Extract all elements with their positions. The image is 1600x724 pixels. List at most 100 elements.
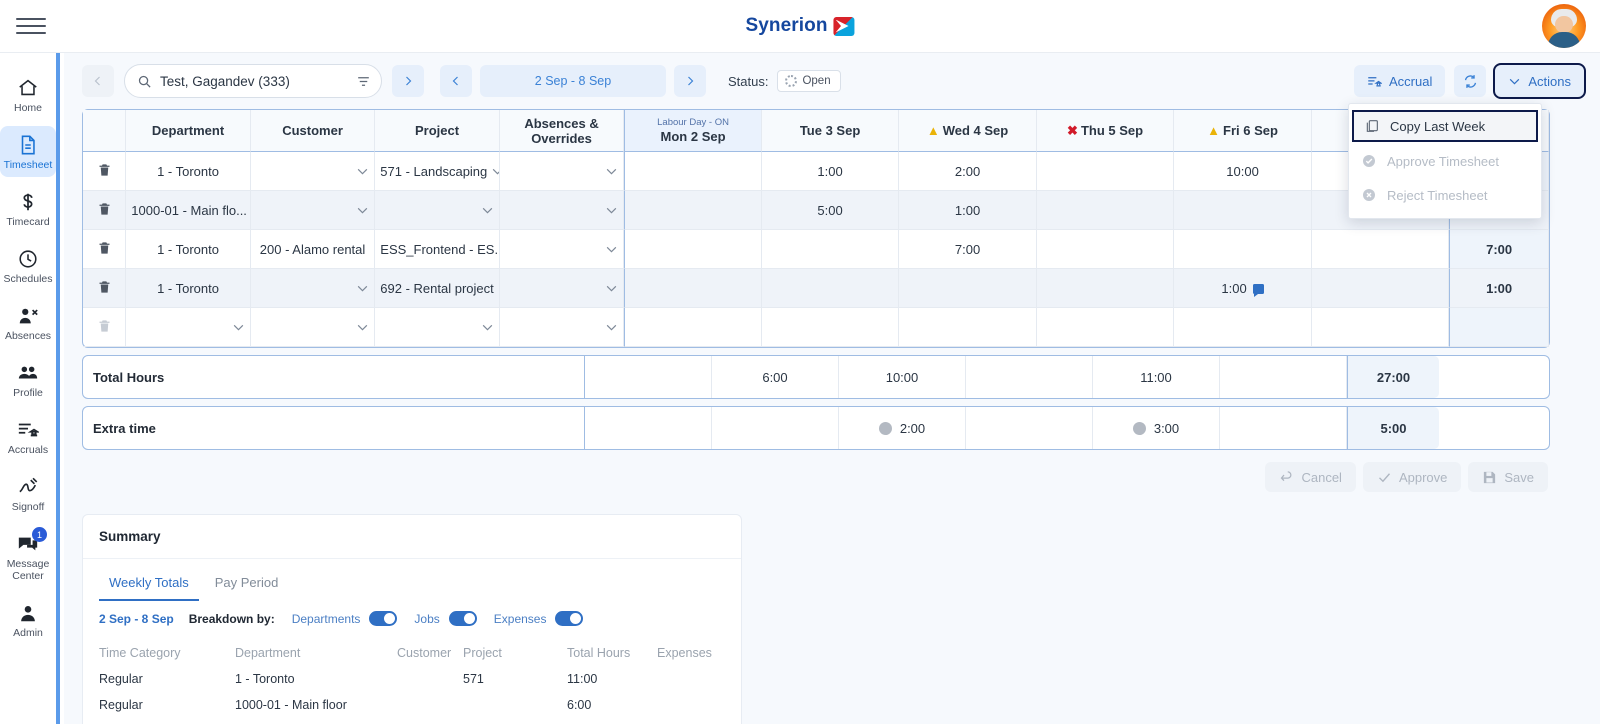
chevron-down-icon[interactable] bbox=[356, 165, 369, 178]
cell-hours-sat[interactable] bbox=[1311, 308, 1450, 347]
cell-hours-fri[interactable] bbox=[1174, 191, 1312, 230]
cell-department[interactable]: 1000-01 - Main flo... bbox=[126, 191, 251, 230]
row-delete-cell[interactable] bbox=[83, 191, 127, 230]
cell-absences[interactable] bbox=[499, 152, 625, 191]
trash-icon[interactable] bbox=[97, 162, 112, 178]
avatar[interactable] bbox=[1542, 4, 1586, 48]
menu-item-copy-last-week[interactable]: Copy Last Week bbox=[1352, 110, 1538, 142]
chevron-down-icon[interactable] bbox=[605, 204, 618, 217]
next-employee-button[interactable] bbox=[392, 65, 424, 97]
cell-hours-wed[interactable]: 1:00 bbox=[899, 191, 1037, 230]
note-icon[interactable] bbox=[1252, 283, 1264, 297]
cell-hours-tue[interactable]: 5:00 bbox=[761, 191, 900, 230]
cell-hours-mon[interactable] bbox=[624, 152, 762, 191]
cell-absences[interactable] bbox=[499, 191, 625, 230]
sidebar-item-home[interactable]: Home bbox=[0, 69, 56, 120]
chevron-down-icon[interactable] bbox=[605, 165, 618, 178]
cell-hours-wed[interactable]: 7:00 bbox=[899, 230, 1037, 269]
cell-customer[interactable] bbox=[250, 191, 376, 230]
sidebar-item-message-center[interactable]: 1 Message Center bbox=[0, 525, 56, 588]
hamburger-icon[interactable] bbox=[16, 15, 46, 37]
cell-hours-tue[interactable]: 1:00 bbox=[761, 152, 900, 191]
cell-hours-fri[interactable] bbox=[1174, 308, 1312, 347]
chevron-down-icon[interactable] bbox=[605, 243, 618, 256]
cell-project[interactable] bbox=[375, 191, 500, 230]
cell-absences[interactable] bbox=[499, 230, 625, 269]
trash-icon[interactable] bbox=[97, 279, 112, 295]
sidebar-item-timecard[interactable]: Timecard bbox=[0, 183, 56, 234]
cell-department[interactable]: 1 - Toronto bbox=[126, 269, 251, 308]
cell-customer[interactable] bbox=[250, 269, 376, 308]
tab-weekly-totals[interactable]: Weekly Totals bbox=[99, 569, 199, 601]
cell-hours-wed[interactable] bbox=[899, 308, 1037, 347]
cell-hours-thu[interactable] bbox=[1036, 191, 1175, 230]
cancel-button[interactable]: Cancel bbox=[1265, 462, 1356, 492]
refresh-button[interactable] bbox=[1454, 65, 1487, 97]
cell-hours-mon[interactable] bbox=[624, 230, 762, 269]
sidebar-item-admin[interactable]: Admin bbox=[0, 594, 56, 645]
sidebar-item-signoff[interactable]: Signoff bbox=[0, 468, 56, 519]
cell-project[interactable] bbox=[375, 308, 500, 347]
cell-hours-tue[interactable] bbox=[761, 308, 900, 347]
cell-hours-tue[interactable] bbox=[761, 230, 900, 269]
date-range-selector[interactable]: 2 Sep - 8 Sep bbox=[480, 65, 666, 97]
save-button[interactable]: Save bbox=[1468, 462, 1548, 492]
row-delete-cell[interactable] bbox=[83, 269, 127, 308]
cell-hours-wed[interactable]: 2:00 bbox=[899, 152, 1037, 191]
employee-search-input[interactable]: Test, Gagandev (333) bbox=[124, 64, 382, 98]
chevron-down-icon[interactable] bbox=[481, 204, 494, 217]
cell-hours-fri[interactable] bbox=[1174, 230, 1312, 269]
prev-week-button[interactable] bbox=[440, 65, 472, 97]
sidebar-item-absences[interactable]: Absences bbox=[0, 297, 56, 348]
cell-hours-fri[interactable]: 1:00 bbox=[1174, 269, 1312, 308]
chevron-down-icon[interactable] bbox=[356, 321, 369, 334]
chevron-down-icon[interactable] bbox=[481, 321, 494, 334]
cell-project[interactable]: 571 - Landscaping bbox=[375, 152, 500, 191]
cell-hours-mon[interactable] bbox=[624, 191, 762, 230]
sidebar-item-timesheet[interactable]: Timesheet bbox=[0, 126, 56, 177]
cell-customer[interactable]: 200 - Alamo rental bbox=[250, 230, 376, 269]
cell-hours-mon[interactable] bbox=[624, 269, 762, 308]
cell-project[interactable]: ESS_Frontend - ES... bbox=[375, 230, 500, 269]
cell-hours-tue[interactable] bbox=[761, 269, 900, 308]
cell-hours-wed[interactable] bbox=[899, 269, 1037, 308]
cell-customer[interactable] bbox=[250, 308, 376, 347]
cell-department[interactable]: 1 - Toronto bbox=[126, 152, 251, 191]
prev-employee-button[interactable] bbox=[82, 65, 114, 97]
cell-hours-thu[interactable] bbox=[1036, 269, 1175, 308]
trash-icon[interactable] bbox=[97, 201, 112, 217]
chevron-down-icon[interactable] bbox=[605, 282, 618, 295]
cell-hours-thu[interactable] bbox=[1036, 152, 1175, 191]
sidebar-item-schedules[interactable]: Schedules bbox=[0, 240, 56, 291]
cell-absences[interactable] bbox=[499, 308, 625, 347]
row-delete-cell[interactable] bbox=[83, 152, 127, 191]
chevron-down-icon[interactable] bbox=[232, 321, 245, 334]
cell-department[interactable] bbox=[126, 308, 251, 347]
cell-hours-thu[interactable] bbox=[1036, 230, 1175, 269]
cell-hours-fri[interactable]: 10:00 bbox=[1174, 152, 1312, 191]
toggle-departments[interactable] bbox=[369, 611, 398, 626]
row-delete-cell[interactable] bbox=[83, 230, 127, 269]
actions-button[interactable]: Actions bbox=[1493, 63, 1586, 99]
chevron-down-icon[interactable] bbox=[491, 165, 500, 178]
chevron-down-icon[interactable] bbox=[356, 204, 369, 217]
chevron-down-icon[interactable] bbox=[356, 282, 369, 295]
approve-button[interactable]: Approve bbox=[1362, 462, 1462, 492]
cell-absences[interactable] bbox=[499, 269, 625, 308]
cell-customer[interactable] bbox=[250, 152, 376, 191]
next-week-button[interactable] bbox=[674, 65, 706, 97]
chevron-down-icon[interactable] bbox=[605, 321, 618, 334]
filter-icon[interactable] bbox=[356, 74, 371, 89]
cell-hours-thu[interactable] bbox=[1036, 308, 1175, 347]
toggle-jobs[interactable] bbox=[448, 611, 477, 626]
cell-project[interactable]: 692 - Rental project bbox=[375, 269, 500, 308]
toggle-expenses[interactable] bbox=[555, 611, 584, 626]
tab-pay-period[interactable]: Pay Period bbox=[205, 569, 289, 601]
cell-department[interactable]: 1 - Toronto bbox=[126, 230, 251, 269]
cell-hours-sat[interactable] bbox=[1311, 230, 1450, 269]
accrual-button[interactable]: Accrual bbox=[1354, 65, 1446, 97]
cell-hours-sat[interactable] bbox=[1311, 269, 1450, 308]
trash-icon[interactable] bbox=[97, 240, 112, 256]
cell-hours-mon[interactable] bbox=[624, 308, 762, 347]
sidebar-item-profile[interactable]: Profile bbox=[0, 354, 56, 405]
